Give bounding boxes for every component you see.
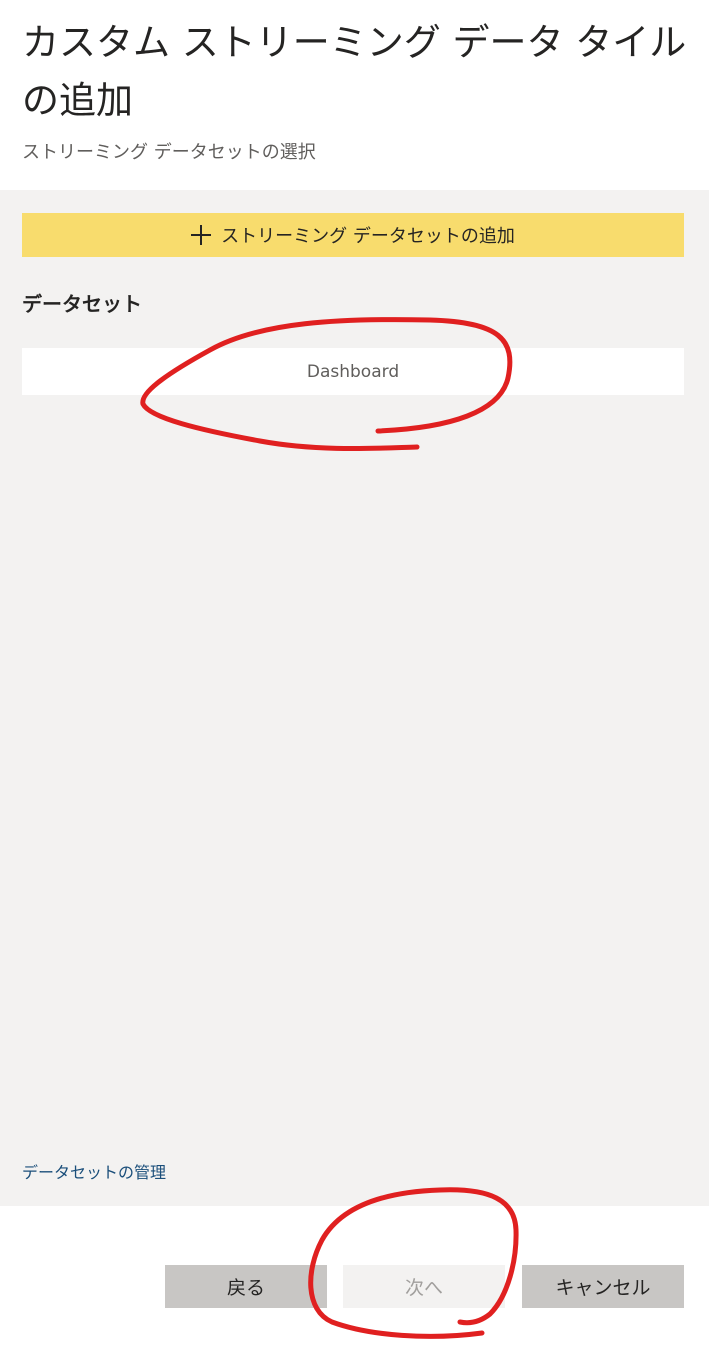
dataset-name: Dashboard [306, 361, 400, 382]
dialog-header: カスタム ストリーミング データ タイルの追加 ストリーミング データセットの選… [0, 0, 709, 190]
next-button[interactable]: 次へ [343, 1265, 505, 1308]
page-title: カスタム ストリーミング データ タイルの追加 [22, 21, 687, 122]
dataset-panel [0, 190, 709, 1206]
page-subtitle: ストリーミング データセットの選択 [22, 142, 316, 163]
dataset-list-item[interactable]: Dashboard [22, 348, 684, 395]
add-button-label: ストリーミング データセットの追加 [221, 226, 515, 247]
cancel-button[interactable]: キャンセル [522, 1265, 684, 1308]
add-streaming-dataset-button[interactable]: ストリーミング データセットの追加 [22, 213, 684, 257]
plus-icon [191, 225, 212, 245]
manage-datasets-link[interactable]: データセットの管理 [22, 1159, 166, 1183]
datasets-heading: データセット [22, 292, 142, 316]
back-button[interactable]: 戻る [165, 1265, 327, 1308]
